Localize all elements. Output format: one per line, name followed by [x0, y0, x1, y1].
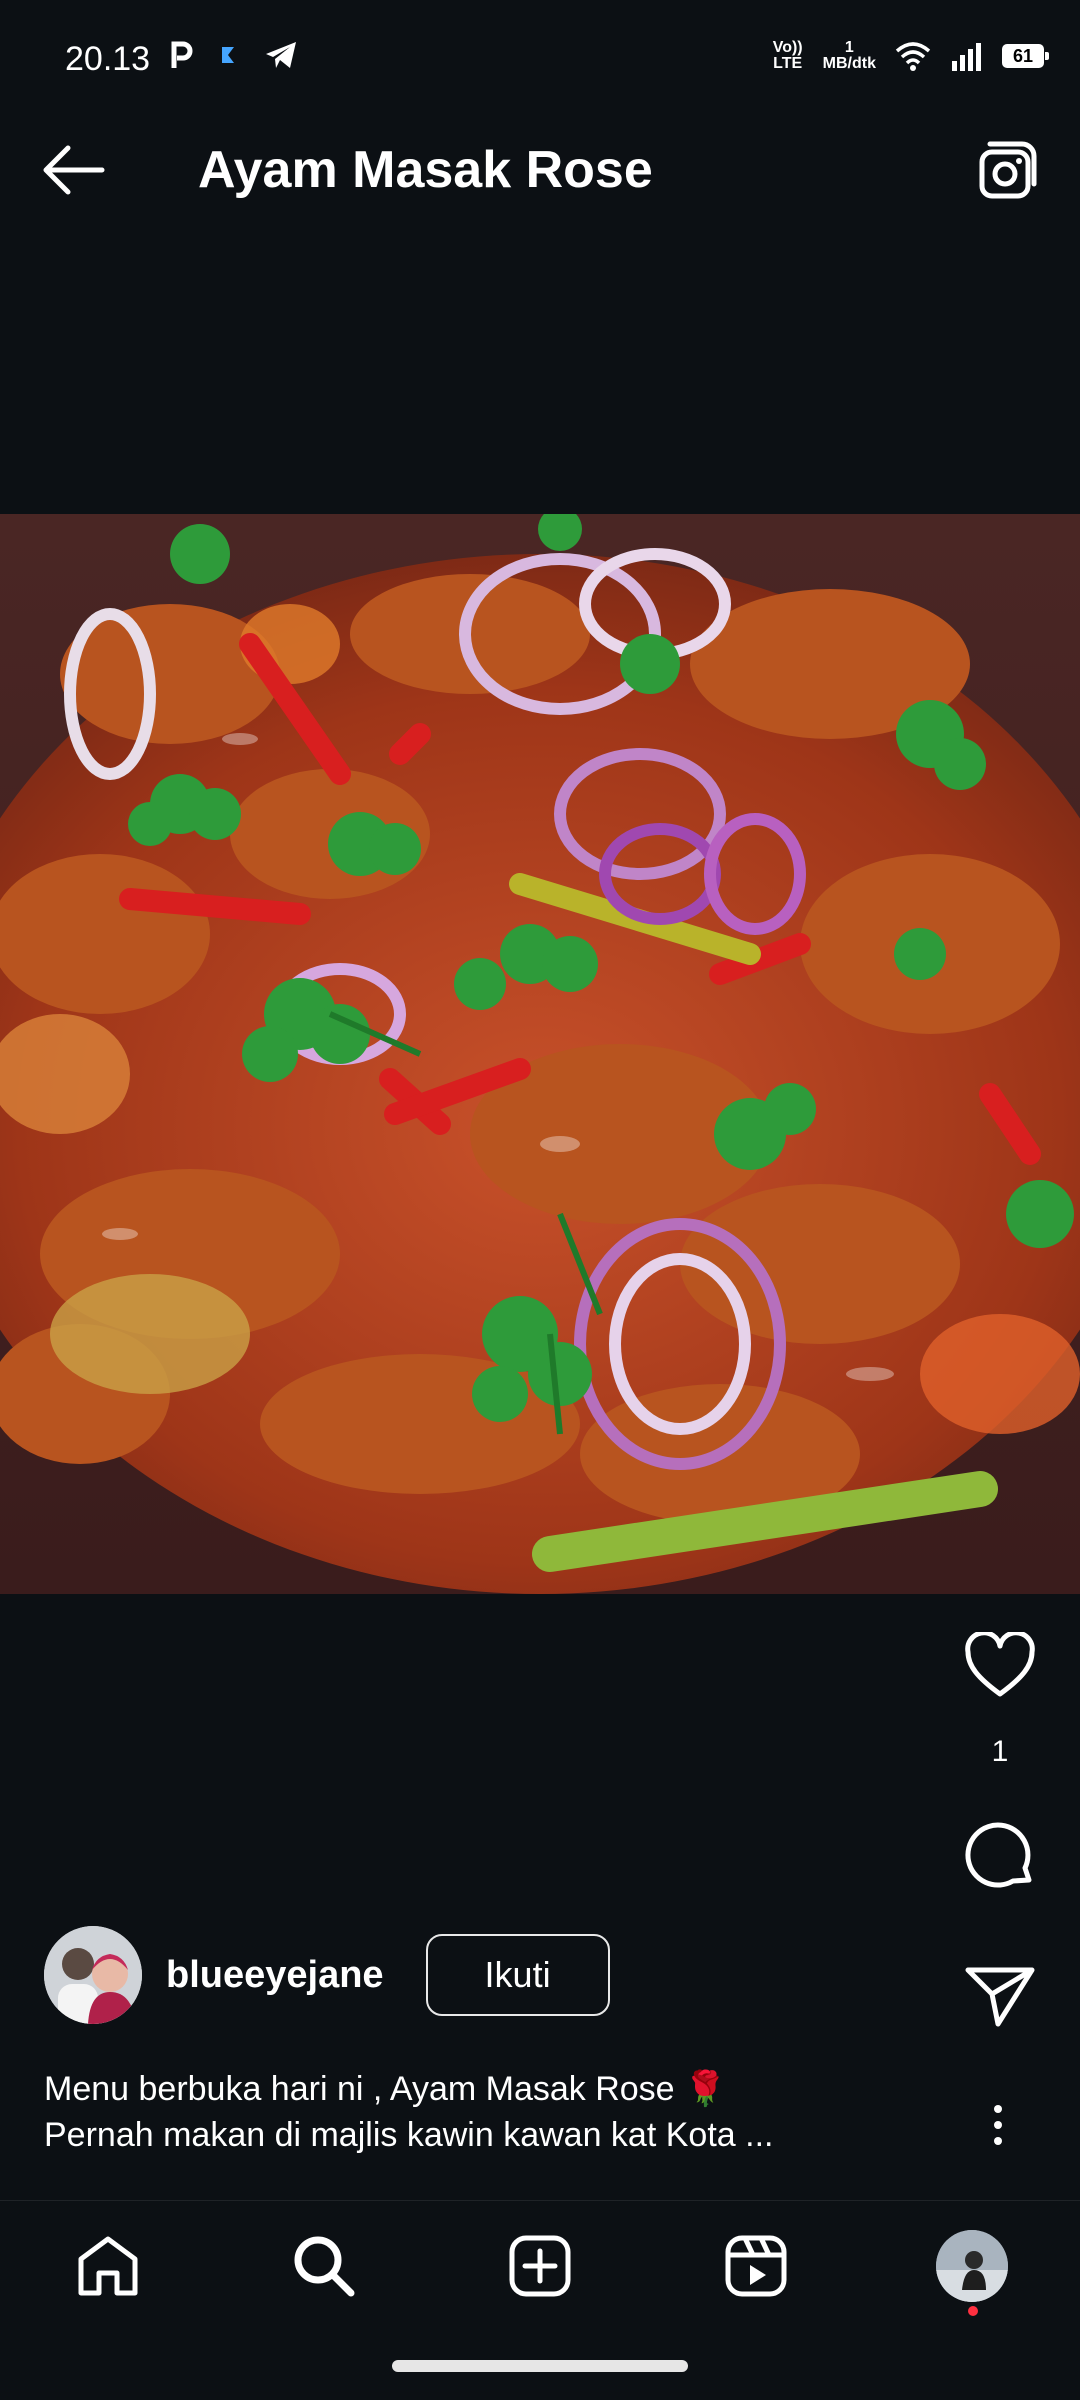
share-button[interactable]: [920, 1964, 1080, 2028]
profile-photo: [936, 2230, 1008, 2302]
author-row: blueeyejane Ikuti: [44, 1926, 610, 2024]
caption-line: Pernah makan di majlis kawin kawan kat K…: [44, 2116, 774, 2154]
bottom-nav: [0, 2200, 1080, 2331]
battery-indicator: 61: [1002, 44, 1049, 68]
post-image[interactable]: [0, 514, 1080, 1594]
more-icon-dot: [994, 2121, 1002, 2129]
nav-reels[interactable]: [696, 2206, 816, 2326]
profile-avatar: [936, 2230, 1008, 2302]
like-count: 1: [991, 1735, 1009, 1768]
nav-home[interactable]: [48, 2206, 168, 2326]
curry-dish-image: [0, 514, 1080, 1594]
camera-icon: [979, 141, 1037, 199]
camera-button[interactable]: [976, 138, 1040, 202]
post-caption[interactable]: Menu berbuka hari ni , Ayam Masak Rose 🌹…: [44, 2066, 924, 2158]
status-bar: 20.13 Vo)) LTE 1 MB/dtk 61: [0, 0, 1080, 90]
search-icon: [294, 2236, 355, 2297]
speed-unit: MB/dtk: [822, 55, 876, 72]
caption-line: Menu berbuka hari ni , Ayam Masak Rose 🌹: [44, 2070, 727, 2108]
telegram-icon: [266, 42, 296, 68]
author-username[interactable]: blueeyejane: [166, 1954, 384, 1997]
follow-button[interactable]: Ikuti: [425, 1934, 610, 2016]
back-arrow-icon: [43, 145, 105, 195]
back-button[interactable]: [38, 140, 118, 200]
nav-search[interactable]: [264, 2206, 384, 2326]
heart-icon: [965, 1632, 1035, 1697]
page-title: Ayam Masak Rose: [198, 141, 653, 199]
signal-icon: [952, 43, 981, 71]
more-icon-dot: [994, 2137, 1002, 2145]
more-icon-dot: [994, 2105, 1002, 2113]
reels-icon: [725, 2235, 787, 2297]
wifi-icon: [895, 42, 931, 71]
home-indicator[interactable]: [392, 2360, 688, 2372]
home-icon: [78, 2236, 138, 2296]
like-button[interactable]: [920, 1632, 1080, 1698]
add-post-icon: [509, 2235, 571, 2297]
nav-profile[interactable]: [912, 2206, 1032, 2326]
author-avatar[interactable]: [44, 1926, 142, 2024]
volte-indicator: Vo)) LTE: [772, 39, 803, 72]
avatar-photo: [44, 1926, 142, 2024]
comment-button[interactable]: [920, 1818, 1080, 1892]
send-icon: [965, 1967, 1035, 2027]
nav-create[interactable]: [480, 2206, 600, 2326]
network-speed: 1 MB/dtk: [823, 40, 876, 72]
speed-value: 1: [844, 39, 854, 56]
app-notification-icon: [222, 47, 234, 63]
more-options-button[interactable]: [968, 2090, 1028, 2160]
notification-dot: [968, 2306, 978, 2316]
header: Ayam Masak Rose: [0, 120, 1080, 220]
status-time: 20.13: [65, 40, 151, 78]
parking-app-icon: [171, 41, 193, 68]
comment-icon: [965, 1822, 1032, 1888]
